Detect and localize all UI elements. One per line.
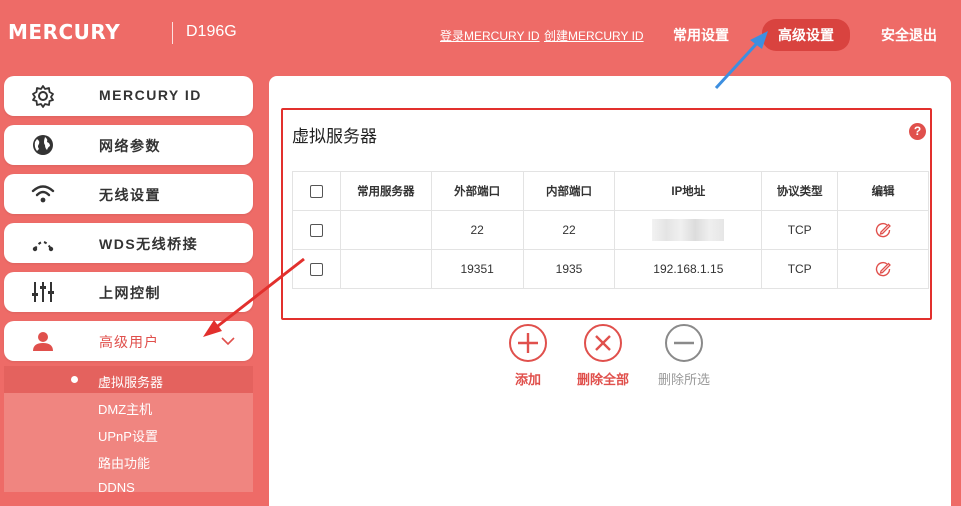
blurred-ip bbox=[652, 219, 725, 241]
ip-address-cell: 192.168.1.15 bbox=[614, 249, 763, 289]
sidebar-item-label: 上网控制 bbox=[99, 285, 161, 301]
sidebar-item-wireless[interactable]: 无线设置 bbox=[4, 174, 253, 214]
external-port-cell: 19351 bbox=[430, 249, 524, 289]
login-mercury-id-link[interactable]: 登录MERCURY ID bbox=[440, 27, 540, 44]
sidebar-item-advanced-user[interactable]: 高级用户 bbox=[4, 321, 253, 361]
delete-selected-label: 删除所选 bbox=[657, 372, 710, 387]
globe-icon bbox=[33, 135, 53, 155]
gear-icon bbox=[32, 85, 54, 108]
sidebar-item-access-control[interactable]: 上网控制 bbox=[4, 272, 253, 312]
bridge-icon bbox=[32, 241, 54, 252]
column-header: 外部端口 bbox=[430, 171, 524, 211]
submenu-item-label: 虚拟服务器 bbox=[98, 375, 164, 390]
plus-circle-icon bbox=[509, 324, 547, 362]
service-cell bbox=[339, 210, 432, 250]
submenu-item-dmz[interactable]: DMZ主机 bbox=[4, 393, 253, 420]
nav-logout[interactable]: 安全退出 bbox=[881, 25, 937, 45]
row-checkbox[interactable] bbox=[309, 263, 323, 277]
internal-port-cell: 22 bbox=[522, 210, 616, 250]
column-header: 协议类型 bbox=[761, 171, 839, 211]
table-row: 19351 1935 192.168.1.15 TCP bbox=[292, 249, 929, 289]
submenu-item-upnp[interactable]: UPnP设置 bbox=[4, 420, 253, 447]
edit-icon[interactable] bbox=[875, 222, 891, 238]
submenu-item-label: DMZ主机 bbox=[98, 402, 153, 417]
column-header: 内部端口 bbox=[522, 171, 616, 211]
advanced-user-submenu: 虚拟服务器 DMZ主机 UPnP设置 路由功能 DDNS bbox=[4, 366, 253, 495]
active-dot-icon bbox=[71, 376, 78, 383]
delete-all-button[interactable]: 删除全部 bbox=[563, 323, 643, 388]
submenu-item-label: DDNS bbox=[98, 480, 135, 495]
column-header: 编辑 bbox=[837, 171, 929, 211]
delete-all-label: 删除全部 bbox=[576, 372, 629, 387]
submenu-item-label: UPnP设置 bbox=[98, 429, 158, 444]
nav-common-settings[interactable]: 常用设置 bbox=[673, 25, 729, 45]
sidebar-item-label: WDS无线桥接 bbox=[99, 236, 199, 252]
submenu-item-label: 路由功能 bbox=[98, 456, 151, 471]
x-circle-icon bbox=[584, 324, 622, 362]
table-row: 22 22 TCP bbox=[292, 210, 929, 250]
nav-advanced-settings[interactable]: 高级设置 bbox=[762, 19, 850, 51]
header-divider bbox=[172, 22, 173, 44]
virtual-server-table: 常用服务器 外部端口 内部端口 IP地址 协议类型 编辑 22 22 TCP 1… bbox=[292, 171, 929, 289]
internal-port-cell: 1935 bbox=[522, 249, 616, 289]
sliders-icon bbox=[32, 282, 54, 302]
ip-address-cell bbox=[614, 210, 763, 250]
service-cell bbox=[339, 249, 432, 289]
table-header-row: 常用服务器 外部端口 内部端口 IP地址 协议类型 编辑 bbox=[292, 171, 929, 211]
help-icon[interactable]: ? bbox=[909, 123, 926, 140]
chevron-down-icon bbox=[221, 337, 235, 346]
sidebar-item-network[interactable]: 网络参数 bbox=[4, 125, 253, 165]
mercury-logo: MERCURY bbox=[8, 20, 121, 44]
add-label: 添加 bbox=[514, 372, 541, 387]
wifi-icon bbox=[31, 185, 55, 203]
edit-icon[interactable] bbox=[875, 261, 891, 277]
sidebar-item-label: 网络参数 bbox=[99, 138, 161, 154]
user-icon bbox=[33, 332, 53, 351]
submenu-item-ddns[interactable]: DDNS bbox=[4, 474, 253, 501]
column-header: 常用服务器 bbox=[339, 171, 432, 211]
external-port-cell: 22 bbox=[430, 210, 524, 250]
select-all-cell bbox=[292, 171, 341, 211]
select-all-checkbox[interactable] bbox=[309, 184, 323, 198]
submenu-item-virtual-server[interactable]: 虚拟服务器 bbox=[4, 366, 253, 393]
page-title: 虚拟服务器 bbox=[292, 127, 377, 146]
create-mercury-id-link[interactable]: 创建MERCURY ID bbox=[544, 27, 644, 44]
submenu-item-routing[interactable]: 路由功能 bbox=[4, 447, 253, 474]
protocol-cell: TCP bbox=[761, 210, 839, 250]
sidebar-item-label: 高级用户 bbox=[99, 334, 159, 350]
sidebar-item-mercury-id[interactable]: MERCURY ID bbox=[4, 76, 253, 116]
sidebar-item-wds[interactable]: WDS无线桥接 bbox=[4, 223, 253, 263]
protocol-cell: TCP bbox=[761, 249, 839, 289]
model-name: D196G bbox=[186, 23, 237, 40]
row-checkbox[interactable] bbox=[309, 224, 323, 238]
minus-circle-icon bbox=[665, 324, 703, 362]
sidebar-item-label: MERCURY ID bbox=[99, 87, 202, 103]
sidebar-item-label: 无线设置 bbox=[99, 187, 161, 203]
delete-selected-button[interactable]: 删除所选 bbox=[644, 323, 724, 388]
add-button[interactable]: 添加 bbox=[488, 323, 568, 388]
column-header: IP地址 bbox=[614, 171, 763, 211]
